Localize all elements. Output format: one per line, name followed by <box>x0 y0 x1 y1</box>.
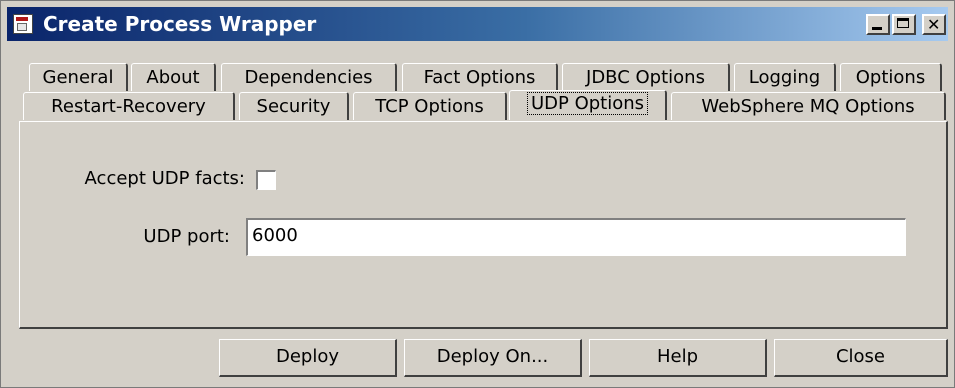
help-button[interactable]: Help <box>589 339 767 377</box>
tab-label: UDP Options <box>526 92 649 115</box>
udp-port-label: UDP port: <box>143 226 230 247</box>
tab-label: About <box>146 67 200 88</box>
tab-label: WebSphere MQ Options <box>701 96 915 117</box>
tab-logging[interactable]: Logging <box>734 63 836 91</box>
minimize-icon[interactable] <box>866 14 890 35</box>
tab-label: TCP Options <box>375 96 484 117</box>
window-title: Create Process Wrapper <box>43 12 317 36</box>
close-icon[interactable] <box>922 14 946 35</box>
tab-tcp-options[interactable]: TCP Options <box>353 92 507 120</box>
dialog-window: Create Process Wrapper General About Dep… <box>0 0 955 388</box>
tab-label: General <box>42 67 114 88</box>
tab-label: Security <box>256 96 331 117</box>
tab-options[interactable]: Options <box>840 63 942 91</box>
tab-label: JDBC Options <box>586 67 705 88</box>
tab-about[interactable]: About <box>131 63 216 91</box>
close-button[interactable]: Close <box>774 339 948 377</box>
title-bar[interactable]: Create Process Wrapper <box>7 7 948 41</box>
tab-dependencies[interactable]: Dependencies <box>221 63 397 91</box>
tab-label: Logging <box>748 67 821 88</box>
tab-general[interactable]: General <box>29 63 128 91</box>
tab-label: Options <box>855 67 926 88</box>
tab-fact-options[interactable]: Fact Options <box>402 63 558 91</box>
tab-label: Fact Options <box>423 67 536 88</box>
maximize-icon[interactable] <box>892 14 916 35</box>
tab-security[interactable]: Security <box>239 92 349 120</box>
deploy-on-button[interactable]: Deploy On... <box>404 339 582 377</box>
tab-label: Restart-Recovery <box>51 96 206 117</box>
tab-restart-recovery[interactable]: Restart-Recovery <box>23 92 235 120</box>
accept-udp-facts-label: Accept UDP facts: <box>84 168 245 189</box>
tab-label: Dependencies <box>244 67 373 88</box>
udp-options-panel: Accept UDP facts: UDP port: 6000 <box>19 121 948 329</box>
tab-websphere-mq-options[interactable]: WebSphere MQ Options <box>671 92 946 120</box>
tab-udp-options[interactable]: UDP Options <box>509 90 667 120</box>
udp-port-input[interactable]: 6000 <box>246 218 906 256</box>
tab-jdbc-options[interactable]: JDBC Options <box>562 63 730 91</box>
accept-udp-facts-checkbox[interactable] <box>256 170 276 190</box>
deploy-button[interactable]: Deploy <box>219 339 397 377</box>
app-icon <box>13 14 33 34</box>
